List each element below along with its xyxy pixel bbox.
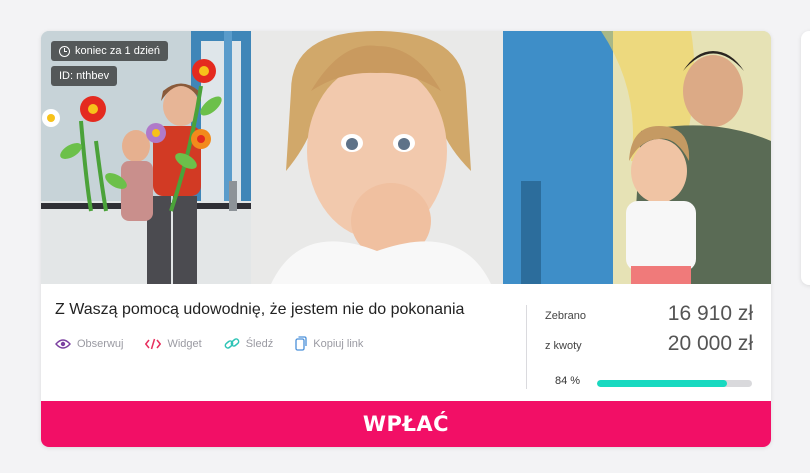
campaign-id-text: ID: nthbev (59, 70, 110, 82)
campaign-id-badge: ID: nthbev (51, 66, 118, 86)
progress-bar (597, 380, 752, 387)
action-bar: Obserwuj Widget Śledź Kopiuj link (55, 336, 363, 351)
copy-link-label: Kopiuj link (313, 337, 364, 350)
progress-row: 84 % (545, 366, 753, 394)
raised-label: Zebrano (545, 310, 586, 322)
fundraiser-card[interactable]: koniec za 1 dzień ID: nthbev Z Waszą pom… (41, 31, 771, 447)
campaign-info: Z Waszą pomocą udowodnię, że jestem nie … (41, 284, 771, 401)
raised-amount: 16 910 zł (667, 302, 753, 325)
clock-icon (59, 45, 70, 57)
divider (526, 305, 527, 389)
follow-button[interactable]: Obserwuj (55, 336, 123, 351)
copy-icon (295, 336, 307, 351)
funding-stats: Zebrano 16 910 zł z kwoty 20 000 zł 84 % (545, 302, 753, 394)
follow-label: Obserwuj (77, 337, 124, 350)
widget-label: Widget (167, 337, 202, 350)
track-label: Śledź (245, 337, 274, 350)
link-icon (224, 337, 240, 349)
campaign-title[interactable]: Z Waszą pomocą udowodnię, że jestem nie … (55, 301, 464, 319)
next-card-edge[interactable] (801, 31, 810, 285)
deadline-text: koniec za 1 dzień (75, 45, 160, 57)
progress-percent: 84 % (555, 375, 581, 387)
deadline-badge: koniec za 1 dzień (51, 41, 168, 61)
goal-amount: 20 000 zł (667, 332, 753, 355)
copy-link-button[interactable]: Kopiuj link (295, 336, 363, 351)
goal-row: z kwoty 20 000 zł (545, 332, 753, 362)
raised-row: Zebrano 16 910 zł (545, 302, 753, 332)
code-icon (145, 338, 162, 349)
campaign-photo[interactable]: koniec za 1 dzień ID: nthbev (41, 31, 771, 284)
widget-button[interactable]: Widget (145, 336, 202, 351)
goal-label: z kwoty (545, 340, 582, 352)
track-button[interactable]: Śledź (224, 336, 274, 351)
eye-icon (55, 338, 71, 349)
donate-button[interactable]: WPŁAĆ (41, 401, 771, 447)
photo-collage (41, 31, 771, 284)
progress-bar-fill (597, 380, 728, 387)
